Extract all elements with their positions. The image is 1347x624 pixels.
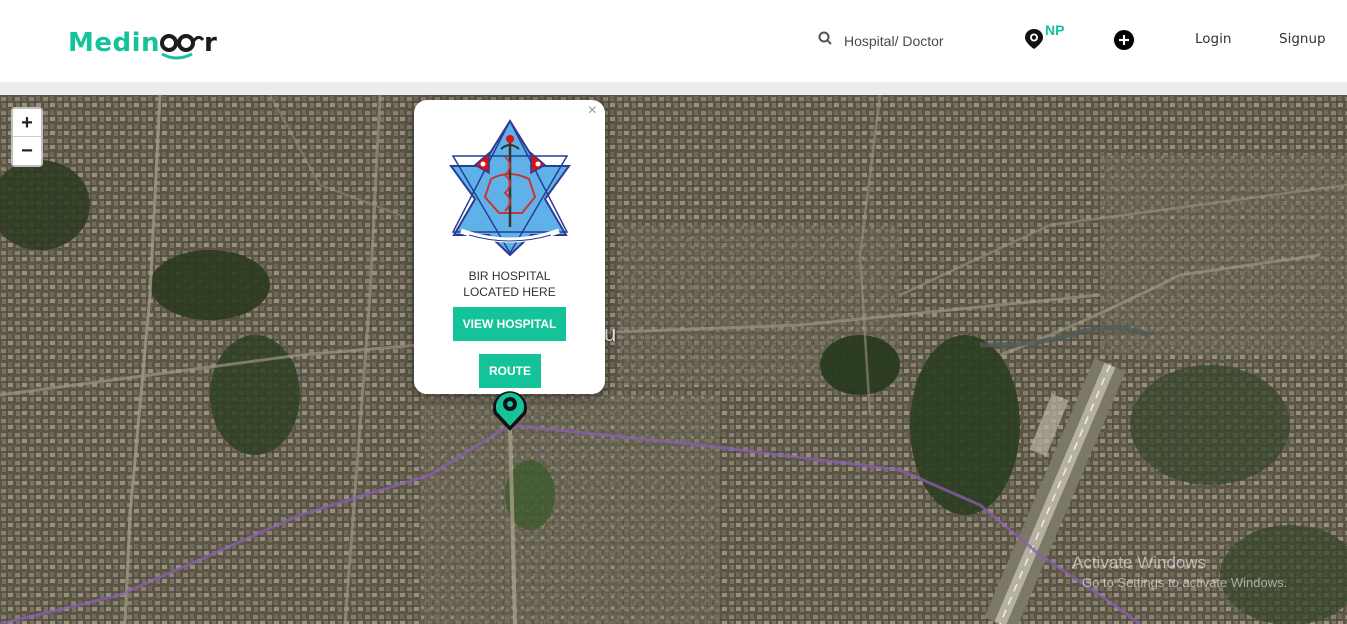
hospital-name: BIR HOSPITAL LOCATED HERE xyxy=(414,268,605,300)
login-link[interactable]: Login xyxy=(1195,31,1231,47)
stethoscope-icon xyxy=(160,30,205,60)
map-marker-icon[interactable] xyxy=(489,386,531,432)
close-icon[interactable]: × xyxy=(588,102,597,120)
search-box[interactable] xyxy=(818,31,994,50)
watermark-subtitle: Go to Settings to activate Windows. xyxy=(1082,575,1288,590)
header: Medin r NP xyxy=(0,0,1347,82)
activate-windows-watermark: Activate Windows Go to Settings to activ… xyxy=(1072,553,1287,590)
country-code: NP xyxy=(1045,22,1065,38)
hospital-name-line1: BIR HOSPITAL xyxy=(468,269,551,283)
zoom-out-button[interactable]: − xyxy=(13,137,41,165)
location-pin-icon xyxy=(1024,28,1044,55)
route-button[interactable]: ROUTE xyxy=(479,354,541,388)
zoom-in-button[interactable]: + xyxy=(13,109,41,137)
hospital-name-line2: LOCATED HERE xyxy=(463,285,556,299)
hospital-popup: × BIR HOSPITAL LOCATED HERE VIEW HOSPITA… xyxy=(414,100,605,404)
header-divider xyxy=(0,82,1347,95)
search-input[interactable] xyxy=(844,32,994,49)
watermark-title: Activate Windows xyxy=(1072,553,1207,572)
search-icon[interactable] xyxy=(818,31,832,50)
satellite-imagery xyxy=(0,95,1347,624)
hospital-emblem-icon xyxy=(449,117,571,257)
zoom-control: + − xyxy=(11,107,43,167)
signup-link[interactable]: Signup xyxy=(1279,31,1326,47)
view-hospital-button[interactable]: VIEW HOSPITAL xyxy=(453,307,566,341)
map-place-label: u xyxy=(604,321,617,346)
logo[interactable]: Medin r xyxy=(68,26,217,60)
logo-text-start: Medin xyxy=(68,28,161,58)
map-view[interactable]: + − u × BIR HOSPITAL LOCATED HERE VIEW H… xyxy=(0,95,1347,624)
logo-text-end: r xyxy=(204,28,218,58)
country-selector[interactable]: NP xyxy=(1024,20,1074,54)
add-circle-icon[interactable] xyxy=(1114,30,1134,50)
